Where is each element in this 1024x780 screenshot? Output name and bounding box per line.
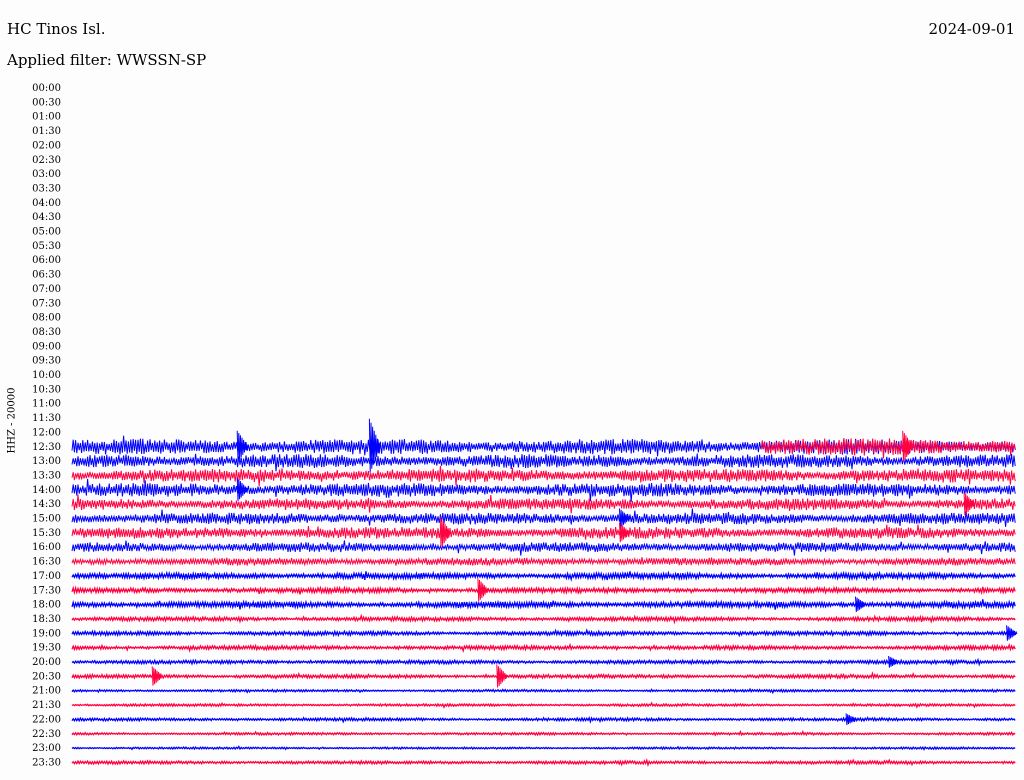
trace-line-1400-blue — [71, 478, 1016, 502]
trace-line-1730-red — [71, 585, 1016, 596]
time-tick-label: 12:30 — [32, 442, 61, 453]
time-tick-label: 17:00 — [32, 571, 61, 582]
time-tick-label: 08:30 — [32, 327, 61, 338]
time-axis: 00:00 00:30 01:00 01:30 02:00 02:30 03:00 03:30… — [32, 83, 61, 768]
trace-line-2130-red — [71, 701, 1016, 709]
time-tick-label: 00:30 — [32, 97, 61, 108]
time-tick-label: 20:30 — [32, 671, 61, 682]
time-tick-label: 02:30 — [32, 155, 61, 166]
trace-line-1230-red — [760, 438, 1016, 459]
event-spike — [845, 713, 857, 726]
time-tick-label: 04:30 — [32, 212, 61, 223]
time-tick-label: 08:00 — [32, 313, 61, 324]
time-tick-label: 23:30 — [32, 757, 61, 768]
trace-line-1500-blue — [71, 508, 1016, 527]
time-tick-label: 16:00 — [32, 542, 61, 553]
time-tick-label: 10:30 — [32, 384, 61, 395]
event-spike — [1006, 625, 1018, 641]
time-tick-label: 00:00 — [32, 83, 61, 94]
trace-line-1530-red — [71, 524, 1016, 540]
time-tick-label: 01:30 — [32, 126, 61, 137]
trace-line-2330-red — [71, 758, 1016, 768]
event-spike — [368, 418, 381, 473]
trace-line-2000-blue — [71, 657, 1016, 667]
event-spike — [439, 516, 452, 548]
time-tick-label: 23:00 — [32, 743, 61, 754]
time-tick-label: 09:30 — [32, 356, 61, 367]
time-tick-label: 05:00 — [32, 227, 61, 238]
time-tick-label: 02:00 — [32, 140, 61, 151]
trace-line-1300-blue — [71, 453, 1016, 472]
time-tick-label: 12:00 — [32, 427, 61, 438]
time-tick-label: 07:30 — [32, 298, 61, 309]
time-tick-label: 21:00 — [32, 686, 61, 697]
trace-line-1700-blue — [71, 570, 1016, 582]
time-tick-label: 14:30 — [32, 499, 61, 510]
trace-line-1930-red — [71, 642, 1016, 654]
trace-line-1800-blue — [71, 599, 1016, 611]
time-tick-label: 21:30 — [32, 700, 61, 711]
trace-line-1630-red — [71, 556, 1016, 567]
event-spike — [902, 430, 914, 462]
event-spike — [855, 596, 867, 613]
time-tick-label: 03:30 — [32, 183, 61, 194]
trace-line-2230-red — [71, 729, 1016, 737]
time-tick-label: 09:00 — [32, 341, 61, 352]
trace-line-1600-blue — [71, 540, 1016, 556]
event-spike — [151, 666, 164, 686]
time-tick-label: 14:00 — [32, 485, 61, 496]
event-spike — [477, 578, 489, 602]
trace-line-1900-blue — [71, 628, 1016, 638]
helicorder-plot: 00:00 00:30 01:00 01:30 02:00 02:30 03:00 03:30… — [32, 83, 1018, 768]
trace-line-1830-red — [71, 613, 1016, 625]
trace-line-1330-red — [71, 465, 1016, 487]
trace-line-1430-red — [71, 494, 1016, 514]
event-spike — [236, 477, 249, 501]
time-tick-label: 17:30 — [32, 585, 61, 596]
time-tick-label: 15:00 — [32, 514, 61, 525]
time-tick-label: 07:00 — [32, 284, 61, 295]
time-tick-label: 18:00 — [32, 600, 61, 611]
time-tick-label: 13:30 — [32, 470, 61, 481]
time-tick-label: 06:30 — [32, 270, 61, 281]
time-tick-label: 18:30 — [32, 614, 61, 625]
time-tick-label: 01:00 — [32, 112, 61, 123]
trace-line-2200-blue — [71, 716, 1016, 724]
trace-line-2030-red — [71, 671, 1016, 681]
time-tick-label: 15:30 — [32, 528, 61, 539]
time-tick-label: 10:00 — [32, 370, 61, 381]
time-tick-label: 22:30 — [32, 729, 61, 740]
event-spike — [496, 664, 508, 688]
trace-line-2100-blue — [71, 687, 1016, 695]
trace-line-2300-blue — [71, 745, 1016, 751]
event-spike — [888, 655, 900, 668]
time-tick-label: 05:30 — [32, 241, 61, 252]
time-tick-label: 22:00 — [32, 714, 61, 725]
time-tick-label: 20:00 — [32, 657, 61, 668]
time-tick-label: 13:00 — [32, 456, 61, 467]
seismic-traces — [71, 418, 1018, 768]
time-tick-label: 19:00 — [32, 628, 61, 639]
time-tick-label: 03:00 — [32, 169, 61, 180]
time-tick-label: 19:30 — [32, 643, 61, 654]
time-tick-label: 11:00 — [32, 399, 61, 410]
time-tick-label: 04:00 — [32, 198, 61, 209]
time-tick-label: 16:30 — [32, 557, 61, 568]
event-spike — [619, 522, 631, 543]
time-tick-label: 11:30 — [32, 413, 61, 424]
time-tick-label: 06:00 — [32, 255, 61, 266]
